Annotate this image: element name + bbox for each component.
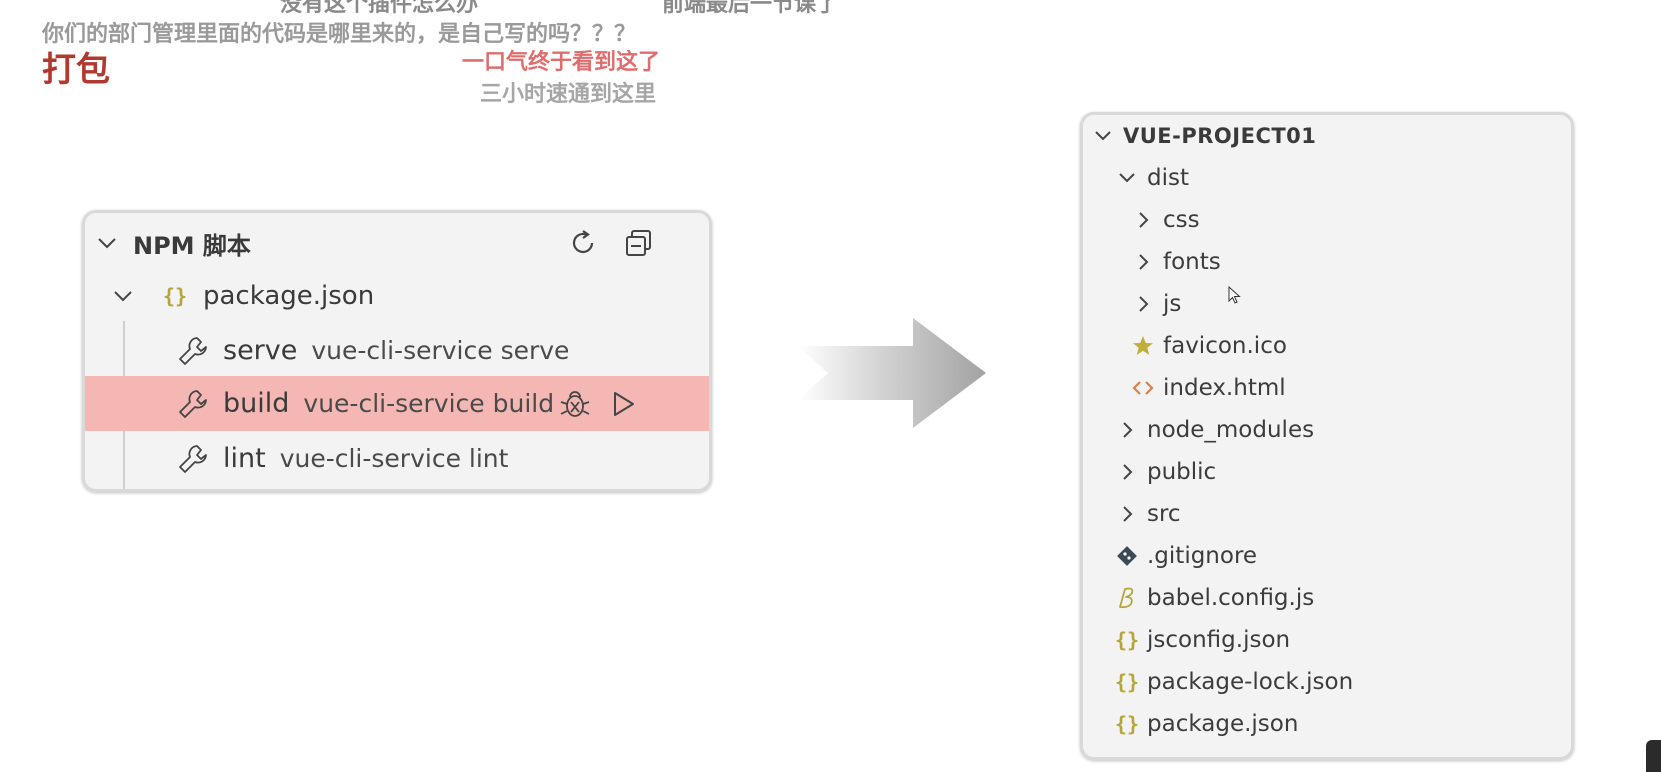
wrench-icon <box>175 386 211 422</box>
explorer-root-folder[interactable]: VUE-PROJECT01 <box>1083 115 1571 157</box>
chevron-right-icon[interactable] <box>1115 460 1139 484</box>
chevron-down-icon[interactable] <box>95 231 119 255</box>
npm-scripts-header[interactable]: NPM 脚本 <box>85 217 709 269</box>
script-name: serve <box>223 335 298 366</box>
tree-folder-node-modules[interactable]: node_modules <box>1083 409 1571 451</box>
refresh-icon[interactable] <box>565 225 601 261</box>
json-icon: {} <box>1114 670 1140 694</box>
file-explorer-panel: VUE-PROJECT01 dist css fonts js favicon.… <box>1080 112 1574 760</box>
danmaku-comment: 前端最后一节课了 <box>662 0 839 17</box>
tree-item-label: package.json <box>1147 711 1299 737</box>
npm-scripts-panel: NPM 脚本 {} package.json serve vue-cli-ser… <box>82 210 712 492</box>
wrench-icon <box>175 441 211 477</box>
script-command: vue-cli-service lint <box>279 444 509 473</box>
tree-item-label: js <box>1163 291 1182 317</box>
json-icon: {} <box>1114 628 1140 652</box>
html-icon <box>1131 376 1155 400</box>
script-command: vue-cli-service serve <box>311 336 570 365</box>
npm-script-serve[interactable]: serve vue-cli-service serve <box>85 323 709 378</box>
chevron-right-icon[interactable] <box>1131 250 1155 274</box>
tree-item-label: public <box>1147 459 1217 485</box>
chevron-right-icon[interactable] <box>1115 502 1139 526</box>
wrench-icon <box>175 333 211 369</box>
tree-file-index-html[interactable]: index.html <box>1083 367 1571 409</box>
tree-item-label: .gitignore <box>1147 543 1258 569</box>
danmaku-comment: 三小时速通到这里 <box>480 82 657 107</box>
play-icon[interactable] <box>605 386 641 422</box>
package-json-label: package.json <box>203 281 375 311</box>
explorer-root-label: VUE-PROJECT01 <box>1123 124 1317 148</box>
danmaku-comment: 一口气终于看到这了 <box>462 50 661 75</box>
tree-file-babel-config[interactable]: babel.config.js <box>1083 577 1571 619</box>
chevron-right-icon[interactable] <box>1131 292 1155 316</box>
script-name: lint <box>223 443 266 474</box>
tree-file-favicon[interactable]: favicon.ico <box>1083 325 1571 367</box>
tree-file-package-json[interactable]: {} package.json <box>1083 703 1571 745</box>
right-arrow-icon <box>798 318 986 428</box>
npm-scripts-title: NPM 脚本 <box>133 231 251 260</box>
git-icon <box>1115 544 1139 568</box>
tree-file-package-lock[interactable]: {} package-lock.json <box>1083 661 1571 703</box>
debug-icon[interactable] <box>557 386 593 422</box>
chevron-down-icon[interactable] <box>111 284 135 308</box>
chevron-right-icon[interactable] <box>1115 418 1139 442</box>
npm-script-build[interactable]: build vue-cli-service build <box>85 376 709 431</box>
tree-item-label: babel.config.js <box>1147 585 1315 611</box>
script-command: vue-cli-service build <box>303 389 555 418</box>
tree-item-label: src <box>1147 501 1181 527</box>
tree-folder-css[interactable]: css <box>1083 199 1571 241</box>
tree-file-gitignore[interactable]: .gitignore <box>1083 535 1571 577</box>
tree-file-jsconfig[interactable]: {} jsconfig.json <box>1083 619 1571 661</box>
babel-icon <box>1115 586 1139 610</box>
script-name: build <box>223 388 290 419</box>
collapse-all-icon[interactable] <box>621 225 657 261</box>
tree-item-label: package-lock.json <box>1147 669 1354 695</box>
tree-folder-fonts[interactable]: fonts <box>1083 241 1571 283</box>
tree-folder-js[interactable]: js <box>1083 283 1571 325</box>
tree-item-label: jsconfig.json <box>1147 627 1291 653</box>
package-json-node[interactable]: {} package.json <box>85 270 709 322</box>
tree-folder-public[interactable]: public <box>1083 451 1571 493</box>
star-icon <box>1131 334 1155 358</box>
json-icon: {} <box>1114 712 1140 736</box>
chevron-down-icon[interactable] <box>1115 166 1139 190</box>
tree-item-label: favicon.ico <box>1163 333 1287 359</box>
tree-item-label: fonts <box>1163 249 1221 275</box>
slide-title: 打包 <box>42 50 110 90</box>
json-icon: {} <box>162 284 188 308</box>
tree-item-label: css <box>1163 207 1200 233</box>
tree-item-label: dist <box>1147 165 1189 191</box>
chevron-down-icon[interactable] <box>1091 124 1115 148</box>
npm-script-lint[interactable]: lint vue-cli-service lint <box>85 431 709 486</box>
window-edge-fragment <box>1646 740 1661 772</box>
tree-folder-dist[interactable]: dist <box>1083 157 1571 199</box>
tree-folder-src[interactable]: src <box>1083 493 1571 535</box>
mouse-cursor-icon <box>1228 286 1241 304</box>
tree-item-label: node_modules <box>1147 417 1315 443</box>
chevron-right-icon[interactable] <box>1131 208 1155 232</box>
tree-item-label: index.html <box>1163 375 1286 401</box>
